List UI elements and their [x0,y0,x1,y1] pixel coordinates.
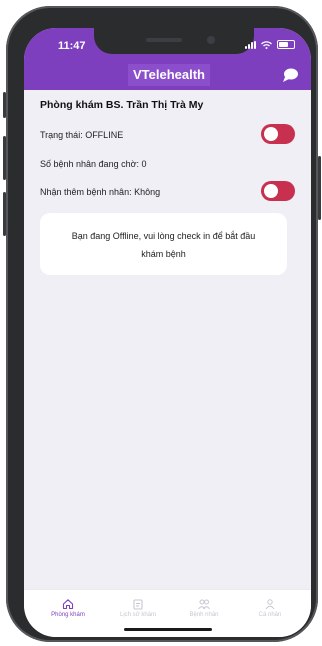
home-icon [62,599,74,610]
notch [94,28,254,54]
clinic-title: Phòng khám BS. Trần Thị Trà My [40,99,204,111]
accept-patients-label: Nhận thêm bệnh nhân: Không [40,187,161,197]
volume-up-button [3,136,6,180]
battery-icon [277,40,295,49]
wifi-icon [261,40,272,49]
app-screen: 11:47 VTelehealth Phòng khám BS. Trần Th… [24,28,311,637]
profile-icon [265,599,275,610]
accept-toggle-knob [264,184,278,198]
phone-frame: 11:47 VTelehealth Phòng khám BS. Trần Th… [3,6,321,642]
tab-history[interactable]: Lịch sử khám [108,598,168,618]
patients-icon [198,599,210,610]
tab-clinic[interactable]: Phòng khám [38,598,98,618]
app-header: 11:47 VTelehealth [24,28,311,90]
accept-patients-toggle[interactable] [261,181,295,201]
chat-bubble-icon[interactable] [281,67,299,83]
status-icons [245,40,295,49]
tab-patients-label: Bệnh nhân [189,612,219,618]
app-title: VTelehealth [128,64,210,86]
status-time: 11:47 [58,40,86,52]
waiting-count-label: Số bệnh nhân đang chờ: 0 [40,159,147,169]
status-label: Trạng thái: OFFLINE [40,130,124,140]
offline-notice-card: Bạn đang Offline, vui lòng check in để b… [40,213,287,275]
volume-down-button [3,192,6,236]
bottom-tab-bar: Phòng khám Lịch sử khám Bệnh nhân Cá nhâ… [24,589,311,637]
tab-profile[interactable]: Cá nhân [240,598,300,618]
power-button [318,156,321,220]
tab-profile-label: Cá nhân [258,612,282,618]
status-toggle-knob [264,127,278,141]
signal-icon [245,40,256,49]
tab-history-label: Lịch sử khám [119,612,157,618]
home-indicator [124,628,212,631]
tab-patients[interactable]: Bệnh nhân [174,598,234,618]
tab-clinic-label: Phòng khám [51,612,85,618]
status-toggle[interactable] [261,124,295,144]
offline-notice-text: Bạn đang Offline, vui lòng check in để b… [71,231,256,259]
calendar-icon [133,599,143,610]
mute-switch [3,92,6,118]
